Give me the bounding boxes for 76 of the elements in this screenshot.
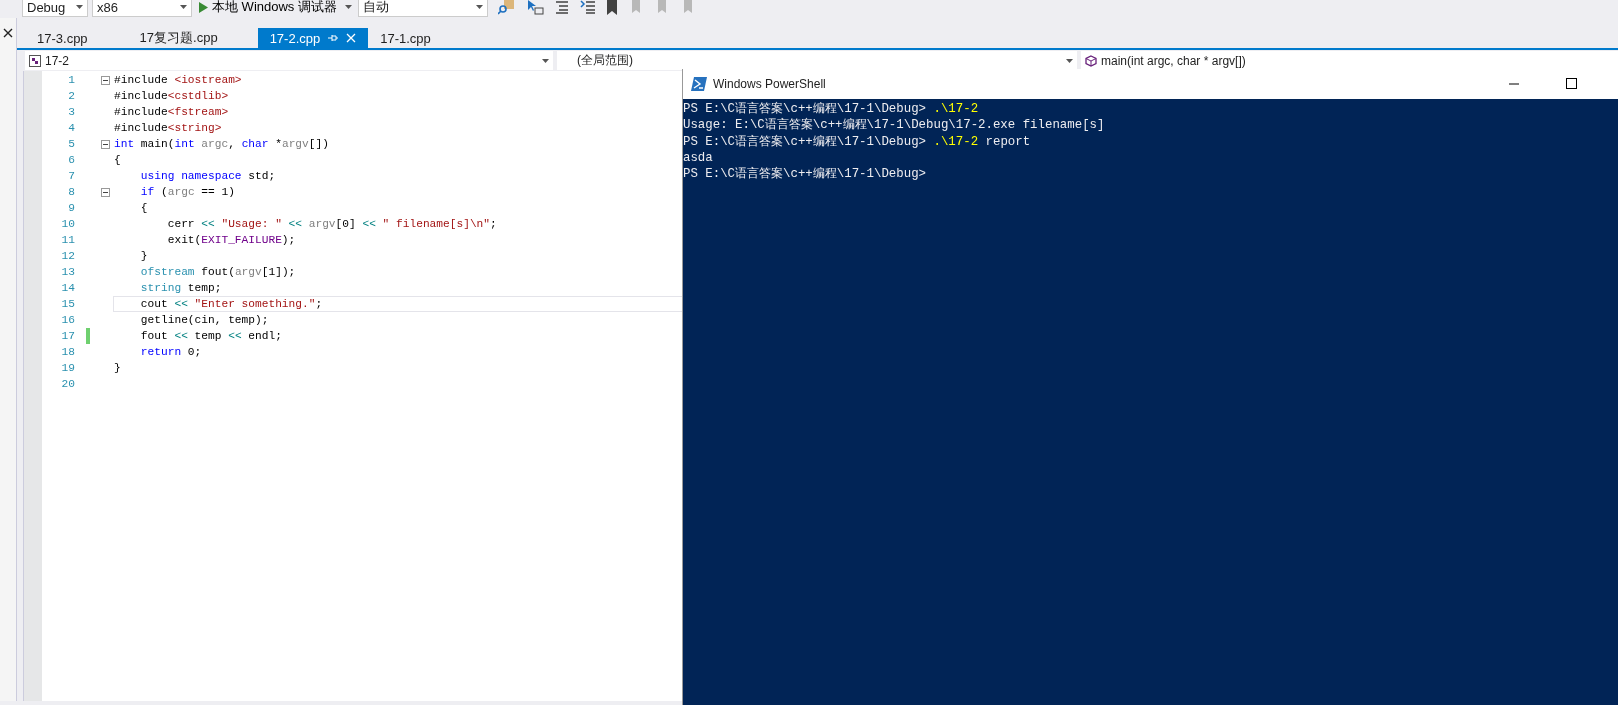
uncomment-lines-icon[interactable] (579, 0, 596, 15)
code-line: } (139, 250, 148, 262)
caret-icon (475, 5, 483, 9)
collapse-icon[interactable] (101, 187, 110, 197)
code-line: cerr << "Usage: " << argv[0] << " filename[s]\n"; (166, 218, 497, 230)
project-icon (29, 54, 41, 67)
caret-icon (76, 5, 83, 9)
code-line: #include<string> (114, 122, 222, 134)
powershell-icon (691, 77, 707, 91)
close-icon[interactable] (3, 28, 13, 38)
code-line: return 0; (139, 346, 202, 358)
file-tab[interactable]: 17-1.cpp (368, 28, 443, 48)
project-dropdown[interactable]: 17-2 (25, 51, 553, 70)
code-line: cout << "Enter something."; (139, 298, 323, 310)
line-number: 6 (67, 154, 75, 166)
line-number: 17 (60, 330, 75, 342)
console-line: PS E:\C语言答案\c++编程\17-1\Debug> .\17-2 report (683, 133, 1032, 150)
code-line: } (114, 362, 121, 374)
line-number: 13 (60, 266, 75, 278)
maximize-icon[interactable] (1566, 78, 1578, 90)
line-number: 10 (60, 218, 75, 230)
platform-dropdown[interactable]: x86 (92, 0, 192, 17)
code-line: getline(cin, temp); (139, 314, 269, 326)
caret-icon (1066, 58, 1073, 63)
pin-icon[interactable] (328, 33, 339, 43)
line-number: 15 (60, 298, 75, 310)
run-debugger-button[interactable]: 本地 Windows 调试器 (196, 0, 354, 16)
code-line: int main(int argc, char *argv[]) (114, 138, 329, 150)
play-icon (198, 1, 208, 13)
line-number: 4 (67, 122, 75, 134)
file-tab[interactable]: 17复习题.cpp (99, 28, 258, 48)
scope-dropdown[interactable]: (全局范围) (557, 51, 1077, 70)
configuration-dropdown[interactable]: Debug (22, 0, 88, 17)
file-tab[interactable]: 17-2.cpp (257, 28, 369, 48)
code-line: string temp; (139, 282, 222, 294)
bookmark-icon[interactable] (605, 0, 618, 15)
caret-icon (180, 5, 187, 9)
caret-icon (542, 58, 549, 63)
line-number: 7 (67, 170, 75, 182)
code-line: ofstream fout(argv[1]); (139, 266, 296, 278)
file-tab[interactable]: 17-3.cpp (25, 28, 100, 48)
line-number: 11 (60, 234, 75, 246)
find-icon[interactable] (497, 0, 516, 15)
console-line: PS E:\C语言答案\c++编程\17-1\Debug> .\17-2 (683, 101, 980, 118)
code-line: exit(EXIT_FAILURE); (166, 234, 296, 246)
line-number: 19 (60, 362, 75, 374)
line-number: 12 (60, 250, 75, 262)
line-number: 5 (67, 138, 75, 150)
collapse-icon[interactable] (101, 75, 110, 85)
line-number: 16 (60, 314, 75, 326)
collapse-icon[interactable] (101, 139, 110, 149)
console-line: Usage: E:\C语言答案\c++编程\17-1\Debug\17-2.exe filename[s] (683, 117, 1106, 134)
cube-icon (1085, 54, 1097, 67)
line-number: 2 (67, 90, 75, 102)
mode-dropdown[interactable]: 自动 (357, 0, 488, 17)
code-line: { (139, 202, 148, 214)
code-line: { (114, 154, 121, 166)
caret-icon (344, 5, 352, 9)
code-line: if (argc == 1) (139, 186, 235, 198)
comment-lines-icon[interactable] (553, 0, 570, 15)
code-line: fout << temp << endl; (139, 330, 282, 342)
code-line: #include<cstdlib> (114, 90, 229, 102)
line-number: 9 (67, 202, 75, 214)
code-line: #include<fstream> (114, 106, 229, 118)
select-icon[interactable] (525, 0, 544, 15)
window-title: Windows PowerShell (713, 77, 827, 91)
line-number: 18 (60, 346, 75, 358)
code-line: #include <iostream> (114, 74, 242, 86)
console-line: PS E:\C语言答案\c++编程\17-1\Debug> (683, 166, 928, 183)
console-line: asda (683, 149, 714, 167)
line-number: 14 (60, 282, 75, 294)
code-line: using namespace std; (139, 170, 276, 182)
line-number: 1 (67, 74, 75, 86)
line-number: 8 (67, 186, 75, 198)
line-number: 3 (67, 106, 75, 118)
line-number: 20 (60, 378, 75, 390)
